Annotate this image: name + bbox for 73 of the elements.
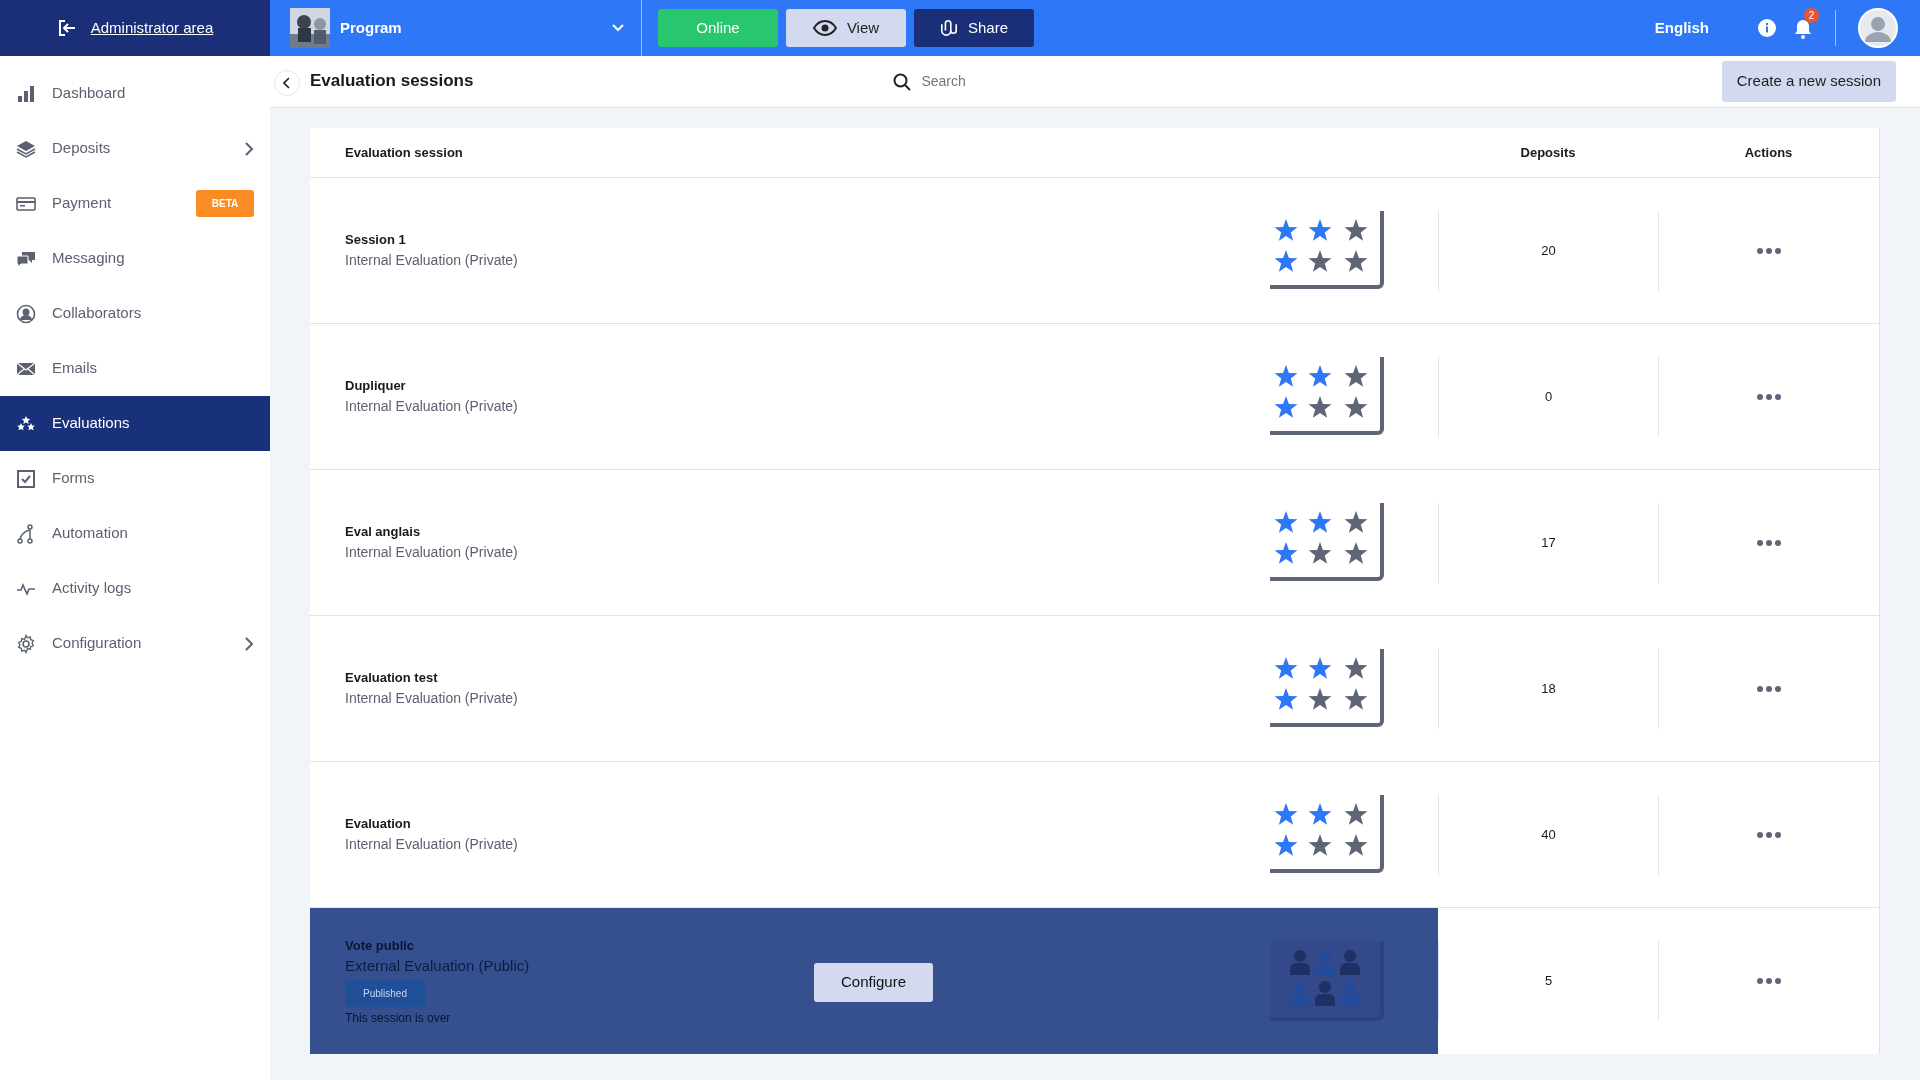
deposit-count: 17 bbox=[1541, 533, 1556, 552]
beta-badge: BETA bbox=[196, 190, 254, 217]
deposit-count: 5 bbox=[1544, 972, 1553, 991]
more-icon[interactable] bbox=[1756, 684, 1782, 693]
session-type: Internal Evaluation (Private) bbox=[345, 542, 519, 562]
stars-icon bbox=[1270, 648, 1384, 729]
chevron-right-icon bbox=[244, 140, 254, 157]
branch-icon bbox=[16, 523, 36, 544]
session-name: Dupliquer bbox=[345, 377, 407, 396]
session-name: Vote public bbox=[345, 936, 416, 955]
column-header: Deposits bbox=[1520, 143, 1576, 162]
stars-icon bbox=[1270, 502, 1384, 583]
stars-icon bbox=[1270, 356, 1384, 437]
notification-count: 2 bbox=[1804, 8, 1819, 23]
session-name: Evaluation bbox=[345, 815, 412, 834]
deposit-count: 0 bbox=[1544, 387, 1553, 406]
language-selector[interactable]: English bbox=[1654, 16, 1709, 40]
more-icon[interactable] bbox=[1756, 977, 1782, 985]
view-button[interactable]: View bbox=[786, 9, 906, 47]
sidebar-item[interactable]: Configuration bbox=[0, 616, 270, 671]
deposit-count: 40 bbox=[1541, 825, 1556, 844]
layers-icon bbox=[16, 138, 36, 159]
info-icon[interactable] bbox=[1757, 18, 1777, 38]
sidebar-item[interactable]: Automation bbox=[0, 506, 270, 561]
caret-icon[interactable] bbox=[611, 23, 625, 33]
people-icon bbox=[1270, 941, 1384, 1021]
deposit-count: 20 bbox=[1541, 241, 1556, 260]
more-icon[interactable] bbox=[1756, 538, 1782, 547]
sidebar-item[interactable]: Collaborators bbox=[0, 286, 270, 341]
session-type: Internal Evaluation (Private) bbox=[345, 834, 519, 854]
deposit-count: 18 bbox=[1541, 679, 1556, 698]
stars-icon bbox=[1270, 210, 1384, 291]
sidebar-item[interactable]: Messaging bbox=[0, 231, 270, 286]
sidebar-item[interactable]: Dashboard bbox=[0, 66, 270, 121]
more-icon[interactable] bbox=[1756, 392, 1782, 401]
share-button[interactable]: Share bbox=[914, 9, 1034, 47]
sidebar-item[interactable]: Payment BETA bbox=[0, 176, 270, 231]
eye-icon bbox=[812, 20, 837, 36]
bell-icon[interactable] bbox=[1793, 17, 1813, 40]
gear-icon bbox=[16, 633, 36, 654]
checkbox-icon bbox=[16, 468, 36, 489]
sidebar-item[interactable]: Deposits bbox=[0, 121, 270, 176]
configure-button[interactable]: Configure bbox=[814, 963, 934, 1002]
session-type: Internal Evaluation (Private) bbox=[345, 396, 519, 416]
more-icon[interactable] bbox=[1756, 246, 1782, 255]
session-type: Internal Evaluation (Private) bbox=[345, 250, 519, 270]
more-icon[interactable] bbox=[1756, 830, 1782, 839]
session-note: This session is over bbox=[345, 1009, 452, 1027]
sidebar-item[interactable]: Activity logs bbox=[0, 561, 270, 616]
session-name: Session 1 bbox=[345, 231, 407, 250]
search-icon bbox=[893, 72, 912, 91]
session-name: Eval anglais bbox=[345, 523, 422, 542]
admin-area-link[interactable]: Administrator area bbox=[0, 0, 270, 56]
session-name: Evaluation test bbox=[345, 669, 439, 688]
sidebar-item[interactable]: Forms bbox=[0, 451, 270, 506]
program-name: Program bbox=[340, 17, 403, 38]
stars-icon bbox=[1270, 794, 1384, 875]
user-circle-icon bbox=[16, 303, 36, 324]
column-header: Evaluation session bbox=[345, 144, 463, 160]
page-title: Evaluation sessions bbox=[310, 71, 474, 92]
sidebar-item[interactable]: Evaluations bbox=[0, 396, 270, 451]
column-header: Actions bbox=[1744, 143, 1793, 162]
chevron-left-icon bbox=[283, 77, 291, 89]
bar-chart-icon bbox=[16, 83, 36, 104]
exit-icon bbox=[56, 18, 77, 38]
session-type: Internal Evaluation (Private) bbox=[345, 688, 519, 708]
share-icon bbox=[940, 18, 958, 38]
chevron-right-icon bbox=[244, 635, 254, 652]
sidebar-item[interactable]: Emails bbox=[0, 341, 270, 396]
status-badge: Published bbox=[345, 979, 425, 1007]
session-type: External Evaluation (Public) bbox=[345, 956, 531, 976]
create-session-button[interactable]: Create a new session bbox=[1721, 61, 1896, 102]
avatar[interactable] bbox=[1858, 8, 1898, 48]
